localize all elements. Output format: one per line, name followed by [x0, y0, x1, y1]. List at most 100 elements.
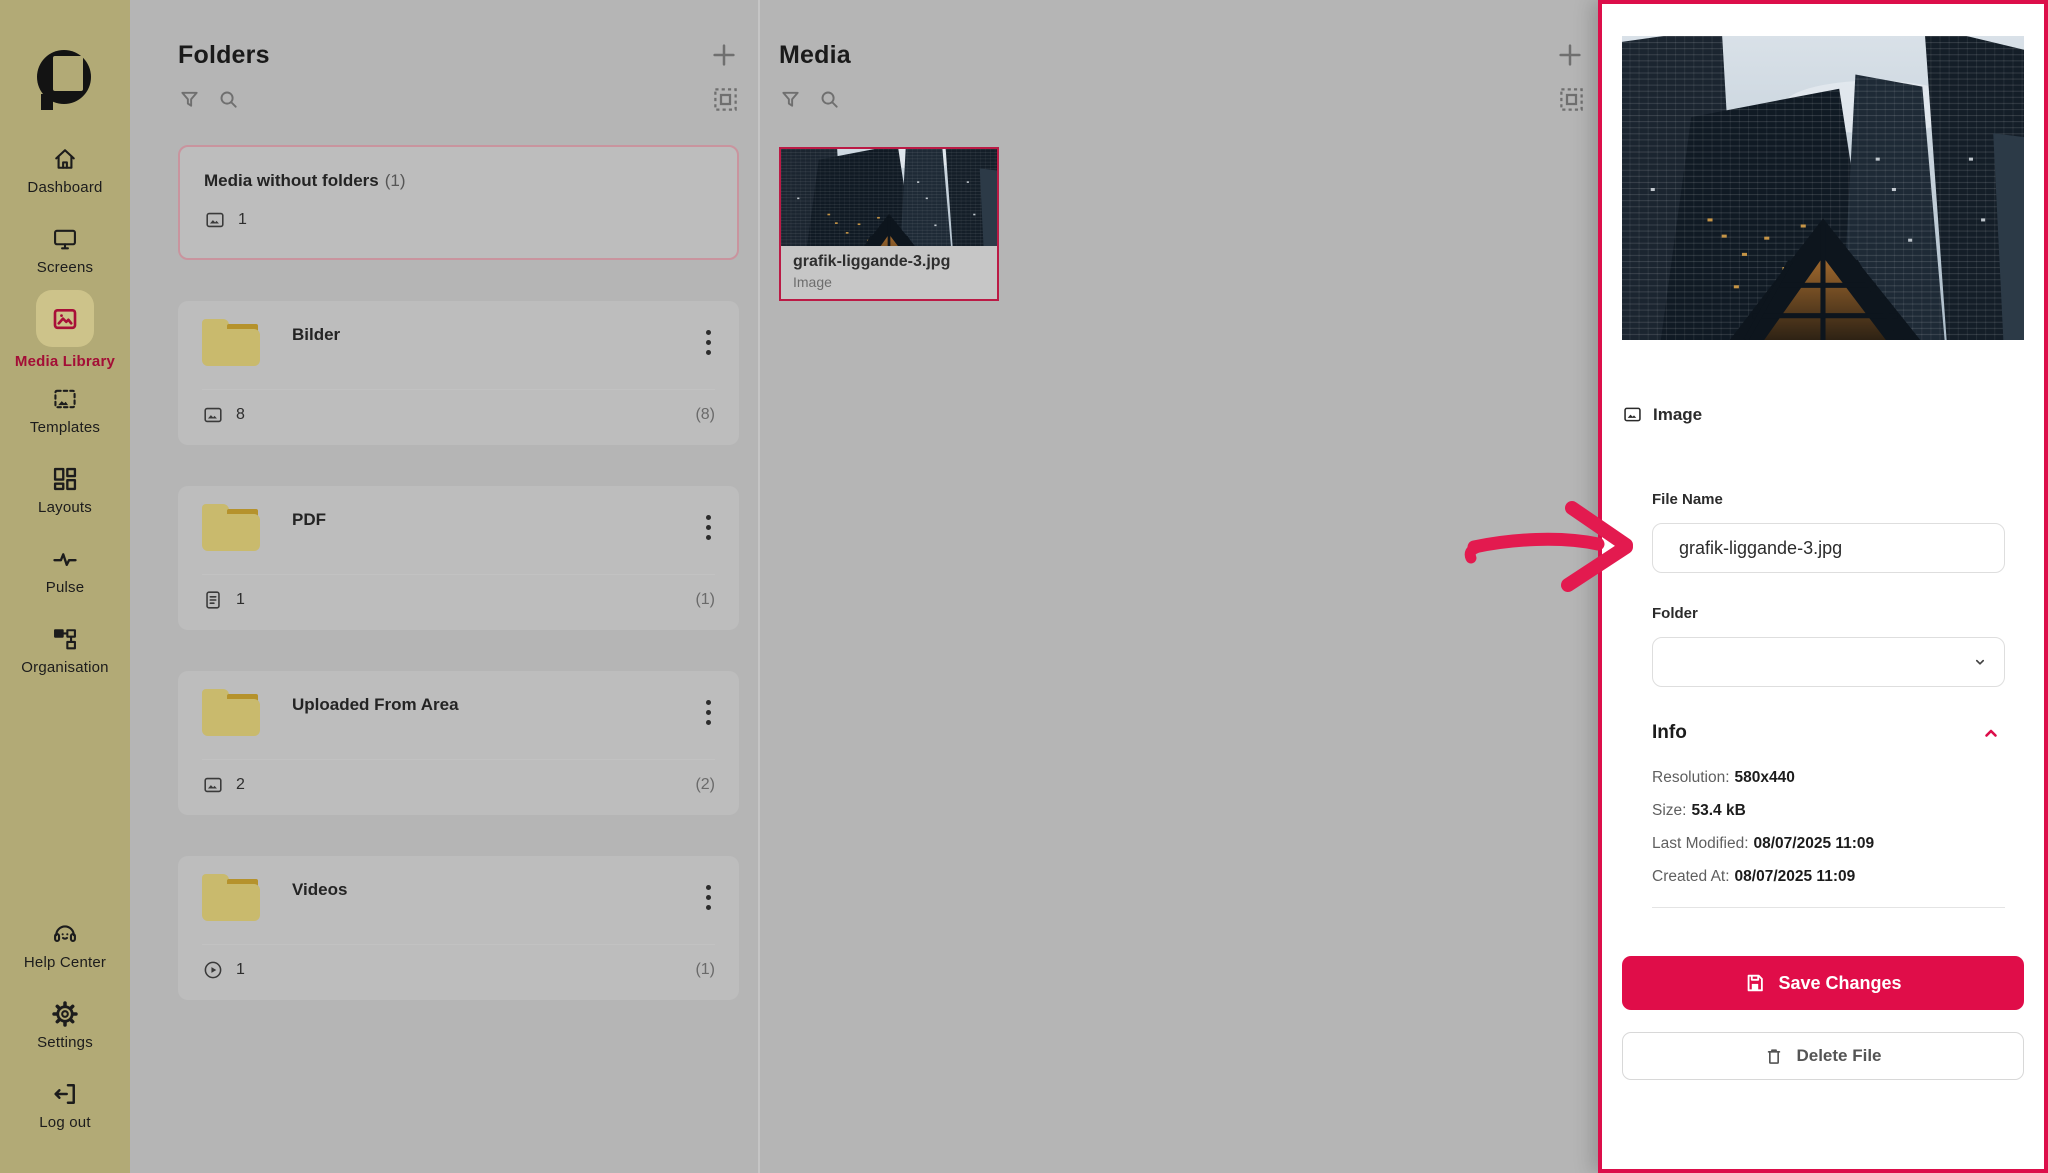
media-count: 1	[236, 591, 245, 609]
folders-panel: Folders Media without folders(1)	[178, 40, 739, 1000]
media-title: Media	[779, 41, 851, 70]
info-row-resolution: Resolution:580x440	[1652, 761, 2005, 794]
image-count-icon	[204, 209, 226, 231]
media-details-panel: Image File Name Folder Info Resolution:5…	[1598, 0, 2048, 1173]
media-item-name: grafik-liggande-3.jpg	[793, 253, 985, 271]
delete-file-button[interactable]: Delete File	[1622, 1032, 2024, 1080]
folder-icon	[202, 689, 260, 736]
headset-icon	[51, 920, 79, 948]
file-name-input[interactable]	[1652, 523, 2005, 573]
add-folder-button[interactable]	[709, 40, 739, 70]
folder-name: Videos	[292, 880, 702, 900]
sidebar-nav: Dashboard Screens Medi	[0, 130, 130, 690]
media-item-type: Image	[793, 274, 985, 290]
sidebar-item-label: Templates	[30, 419, 100, 436]
sidebar-item-pulse[interactable]: Pulse	[0, 530, 130, 610]
column-divider	[758, 0, 760, 1173]
info-rows: Resolution:580x440 Size:53.4 kB Last Mod…	[1652, 761, 2005, 893]
sidebar-item-help-center[interactable]: Help Center	[0, 905, 130, 985]
save-changes-button[interactable]: Save Changes	[1622, 956, 2024, 1010]
app-logo	[35, 42, 95, 114]
sidebar-item-dashboard[interactable]: Dashboard	[0, 130, 130, 210]
media-count-paren: (1)	[695, 591, 715, 609]
sidebar-item-organisation[interactable]: Organisation	[0, 610, 130, 690]
image-count-icon	[202, 404, 224, 426]
sidebar-footer: Help Center Settings	[0, 905, 130, 1173]
sidebar-item-label: Pulse	[46, 579, 85, 596]
sidebar-item-label: Settings	[37, 1034, 93, 1051]
monitor-icon	[51, 225, 79, 253]
folder-icon	[202, 319, 260, 366]
image-type-icon	[1622, 404, 1643, 425]
pulse-icon	[51, 545, 79, 573]
image-count: 1	[238, 211, 247, 229]
sidebar-item-settings[interactable]: Settings	[0, 985, 130, 1065]
sidebar-item-media-library[interactable]: Media Library	[0, 290, 130, 370]
collapse-info-icon[interactable]	[1977, 719, 2005, 747]
info-row-last-modified: Last Modified:08/07/2025 11:09	[1652, 827, 2005, 860]
search-icon[interactable]	[217, 88, 240, 111]
save-icon	[1744, 972, 1766, 994]
folder-card-videos[interactable]: Videos 1 (1)	[178, 856, 739, 1000]
section-divider	[1652, 907, 2005, 908]
trash-icon	[1764, 1046, 1784, 1066]
add-media-button[interactable]	[1555, 40, 1585, 70]
media-type-label: Image	[1653, 405, 1702, 425]
folder-icon	[202, 874, 260, 921]
info-row-size: Size:53.4 kB	[1652, 794, 2005, 827]
folder-name: Bilder	[292, 325, 702, 345]
image-count-icon	[202, 774, 224, 796]
sidebar-item-label: Dashboard	[27, 179, 102, 196]
folder-menu-icon[interactable]	[702, 508, 715, 546]
folder-name: PDF	[292, 510, 702, 530]
sidebar-item-layouts[interactable]: Layouts	[0, 450, 130, 530]
folder-menu-icon[interactable]	[702, 323, 715, 361]
folder-select[interactable]	[1652, 637, 2005, 687]
media-count: 2	[236, 776, 245, 794]
sidebar-item-logout[interactable]: Log out	[0, 1065, 130, 1145]
sidebar-item-label: Help Center	[24, 954, 106, 971]
folder-card-title: Media without folders(1)	[204, 171, 713, 191]
media-item-grafik-liggande-3[interactable]: grafik-liggande-3.jpg Image	[779, 147, 999, 301]
layouts-icon	[51, 465, 79, 493]
sidebar-item-screens[interactable]: Screens	[0, 210, 130, 290]
search-icon[interactable]	[818, 88, 841, 111]
folder-card-bilder[interactable]: Bilder 8 (8)	[178, 301, 739, 445]
media-library-app: Dashboard Screens Medi	[0, 0, 2048, 1173]
organisation-icon	[51, 625, 79, 653]
folders-title: Folders	[178, 41, 270, 70]
multi-select-icon[interactable]	[712, 86, 739, 113]
folder-name: Uploaded From Area	[292, 695, 702, 715]
sidebar-item-label: Layouts	[38, 499, 92, 516]
multi-select-icon[interactable]	[1558, 86, 1585, 113]
filter-icon[interactable]	[178, 88, 201, 111]
media-count-paren: (8)	[695, 406, 715, 424]
folder-label: Folder	[1652, 605, 2005, 622]
gear-icon	[51, 1000, 79, 1028]
info-row-created-at: Created At:08/07/2025 11:09	[1652, 860, 2005, 893]
media-library-icon	[36, 290, 94, 347]
media-count: 1	[236, 961, 245, 979]
folder-icon	[202, 504, 260, 551]
folder-card-media-without-folders[interactable]: Media without folders(1) 1	[178, 145, 739, 260]
folder-card-uploaded-from-area[interactable]: Uploaded From Area 2 (2)	[178, 671, 739, 815]
media-count-paren: (2)	[695, 776, 715, 794]
templates-icon	[51, 385, 79, 413]
play-count-icon	[202, 959, 224, 981]
logout-icon	[51, 1080, 79, 1108]
sidebar-item-label: Screens	[37, 259, 93, 276]
sidebar-item-label: Media Library	[15, 353, 115, 370]
media-thumbnail	[781, 149, 997, 246]
media-count-paren: (1)	[695, 961, 715, 979]
folder-menu-icon[interactable]	[702, 878, 715, 916]
folder-menu-icon[interactable]	[702, 693, 715, 731]
sidebar-item-label: Organisation	[21, 659, 108, 676]
sidebar-item-templates[interactable]: Templates	[0, 370, 130, 450]
info-section-title: Info	[1652, 722, 1687, 744]
media-panel: Media grafik-liggande-3.jpg Image	[779, 40, 1585, 301]
document-count-icon	[202, 589, 224, 611]
filter-icon[interactable]	[779, 88, 802, 111]
folder-card-pdf[interactable]: PDF 1 (1)	[178, 486, 739, 630]
media-count: 8	[236, 406, 245, 424]
home-icon	[51, 145, 79, 173]
